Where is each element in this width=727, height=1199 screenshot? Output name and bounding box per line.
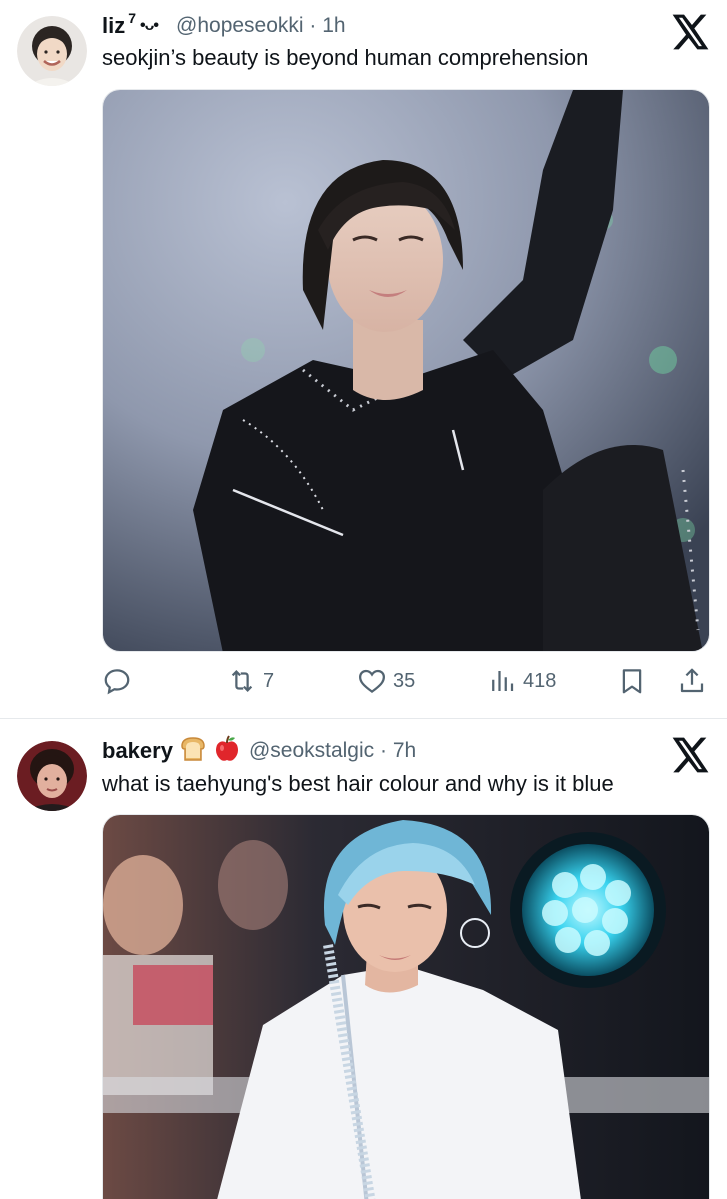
bread-emoji: [179, 736, 207, 767]
tweet-header: liz 7 •ᴗ• @hopeseokki · 1h: [102, 10, 346, 41]
bookmark-icon: [622, 669, 642, 694]
views-button[interactable]: 418: [487, 665, 556, 697]
tweet-card[interactable]: liz 7 •ᴗ• @hopeseokki · 1h seokjin’s bea…: [0, 0, 727, 718]
retweet-button[interactable]: 7: [227, 665, 274, 697]
display-name[interactable]: bakery: [102, 738, 173, 764]
tweet-card[interactable]: bakery @seokstalgic · 7h what is taehyun…: [0, 719, 727, 1199]
like-button[interactable]: 35: [357, 665, 415, 697]
avatar[interactable]: [17, 16, 87, 86]
badge-number: 7: [128, 10, 137, 26]
handle-and-time[interactable]: @seokstalgic · 7h: [249, 739, 416, 763]
handle-and-time[interactable]: @hopeseokki · 1h: [176, 14, 346, 38]
share-button[interactable]: [677, 665, 707, 697]
tweet-header: bakery @seokstalgic · 7h: [102, 734, 416, 768]
apple-emoji: [213, 734, 241, 768]
heart-icon: [358, 669, 386, 694]
retweet-count: 7: [263, 669, 275, 692]
tweet-text: what is taehyung's best hair colour and …: [102, 771, 614, 796]
like-count: 35: [393, 669, 416, 692]
kaomoji: •ᴗ•: [140, 17, 159, 34]
x-logo-icon: [672, 14, 709, 50]
reply-icon: [104, 669, 130, 695]
views-count: 418: [523, 669, 557, 692]
tweet-photo[interactable]: [102, 814, 710, 1199]
reply-button[interactable]: [102, 665, 132, 697]
action-bar: 7 35 418: [102, 665, 710, 697]
bookmark-button[interactable]: [617, 665, 647, 697]
avatar[interactable]: [17, 741, 87, 811]
tweet-photo[interactable]: [102, 89, 710, 652]
display-name[interactable]: liz: [102, 13, 125, 39]
share-icon: [680, 668, 704, 693]
x-logo-icon: [672, 737, 709, 773]
tweet-text: seokjin’s beauty is beyond human compreh…: [102, 45, 589, 70]
views-icon: [492, 671, 514, 691]
retweet-icon: [231, 670, 253, 692]
